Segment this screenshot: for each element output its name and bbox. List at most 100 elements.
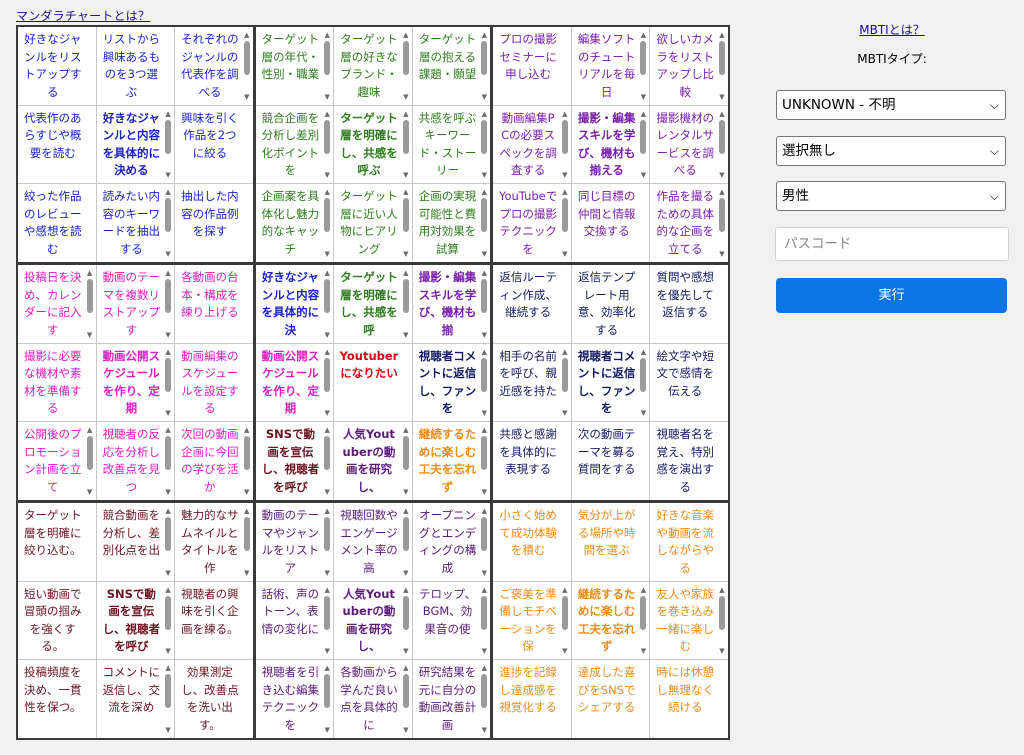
scroll-thumb[interactable] [243,517,250,551]
cell-scrollbar[interactable]: ▲ ▼ [86,269,94,339]
mandala-cell[interactable]: 進捗を記録し達成感を視覚化する [493,660,571,738]
cell-scrollbar[interactable]: ▲ ▼ [402,586,410,655]
scroll-down-arrow-icon[interactable]: ▼ [480,647,488,655]
mandala-cell-text[interactable]: 人気Youtuberの動画を研究し、 [339,426,399,496]
passcode-input[interactable]: パスコード [775,227,1009,261]
mandala-cell-text[interactable]: リストから興味あるものを3つ選ぶ [102,31,162,101]
cell-scrollbar[interactable]: ▲ ▼ [480,188,488,258]
scroll-thumb[interactable] [324,357,331,392]
scroll-up-arrow-icon[interactable]: ▲ [718,586,726,594]
scroll-up-arrow-icon[interactable]: ▲ [402,188,410,196]
mandala-cell[interactable]: 絵文字や短文で感情を伝える [650,343,728,422]
mandala-cell[interactable]: 撮影・編集スキルを学び、機材も揃 ▲ ▼ [412,265,491,343]
mandala-cell-text[interactable]: 効果測定し、改善点を洗い出す。 [180,664,240,734]
scroll-down-arrow-icon[interactable]: ▼ [480,569,488,577]
cell-scrollbar[interactable]: ▲ ▼ [243,426,251,496]
mandala-cell[interactable]: 投稿日を決め、カレンダーに記入す ▲ ▼ [18,265,96,343]
mandala-cell[interactable]: 継続するために楽しむ工夫を忘れず ▲ ▼ [412,422,491,500]
scroll-up-arrow-icon[interactable]: ▲ [164,269,172,277]
mandala-cell-text[interactable]: 撮影機材のレンタルサービスを調べる [655,110,715,180]
mandala-cell[interactable]: 共感と感謝を具体的に表現する [493,422,571,500]
mandala-cell-text[interactable]: ターゲット層の抱える課題・願望 [418,31,478,101]
mandala-cell-text[interactable]: 競合動画を分析し、差別化点を出 [102,507,162,577]
cell-scrollbar[interactable]: ▲ ▼ [402,188,410,258]
scroll-up-arrow-icon[interactable]: ▲ [480,586,488,594]
scroll-up-arrow-icon[interactable]: ▲ [86,269,94,277]
mandala-cell[interactable]: 絞った作品のレビューや感想を読む [18,184,96,262]
scroll-down-arrow-icon[interactable]: ▼ [718,171,726,179]
mandala-cell[interactable]: SNSで動画を宣伝し、視聴者を呼び ▲ ▼ [255,422,334,500]
scroll-up-arrow-icon[interactable]: ▲ [480,664,488,672]
scroll-down-arrow-icon[interactable]: ▼ [164,647,172,655]
mandala-cell-text[interactable]: SNSで動画を宣伝し、視聴者を呼び [102,586,162,656]
mandala-cell-text[interactable]: 友人や家族を巻き込み一緒に楽しむ [655,586,715,656]
mandala-cell-text[interactable]: 視聴者コメントに返信し、ファンを [418,348,478,418]
mandala-cell[interactable]: 抽出した内容の作品例を探す [175,184,253,262]
scroll-down-arrow-icon[interactable]: ▼ [402,647,410,655]
scroll-thumb[interactable] [165,595,172,630]
scroll-thumb[interactable] [402,41,409,75]
scroll-up-arrow-icon[interactable]: ▲ [243,507,251,515]
mandala-cell-text[interactable]: プロの撮影セミナーに申し込む [498,31,558,101]
scroll-up-arrow-icon[interactable]: ▲ [639,31,647,39]
mandala-cell[interactable]: 動画編集PCの必要スペックを調査する ▲ ▼ [493,105,571,184]
mandala-cell[interactable]: リストから興味あるものを3つ選ぶ [96,27,175,105]
mandala-cell[interactable]: 作品を撮るための具体的な企画を立てる ▲ ▼ [650,184,728,262]
scroll-down-arrow-icon[interactable]: ▼ [323,93,331,101]
cell-scrollbar[interactable]: ▲ ▼ [480,31,488,101]
mandala-cell[interactable]: 次回の動画企画に今回の学びを活か ▲ ▼ [175,422,253,500]
scroll-thumb[interactable] [402,198,409,233]
scroll-up-arrow-icon[interactable]: ▲ [323,188,331,196]
mandala-cell-text[interactable]: 企画の実現可能性と費用対効果を試算 [418,188,478,258]
mandala-cell[interactable]: 各動画の台本・構成を練り上げる [175,265,253,343]
mandala-cell[interactable]: 視聴回数やエンゲージメント率の高 ▲ ▼ [334,503,412,581]
scroll-down-arrow-icon[interactable]: ▼ [402,93,410,101]
scroll-down-arrow-icon[interactable]: ▼ [164,488,172,496]
scroll-down-arrow-icon[interactable]: ▼ [164,250,172,258]
scroll-down-arrow-icon[interactable]: ▼ [243,93,251,101]
mandala-cell[interactable]: 動画公開スケジュールを作り、定期 ▲ ▼ [96,343,175,422]
scroll-up-arrow-icon[interactable]: ▲ [323,31,331,39]
scroll-up-arrow-icon[interactable]: ▲ [402,31,410,39]
mandala-cell-text[interactable]: 気分が上がる場所や時間を選ぶ [577,507,637,577]
mandala-cell-text[interactable]: 動画のテーマを複数リストアップす [102,269,162,339]
mandala-cell[interactable]: コメントに返信し、交流を深め ▲ ▼ [96,660,175,738]
scroll-thumb[interactable] [640,357,647,392]
scroll-down-arrow-icon[interactable]: ▼ [480,409,488,417]
mandala-cell-text[interactable]: 読みたい内容のキーワードを抽出する [102,188,162,258]
scroll-up-arrow-icon[interactable]: ▲ [164,426,172,434]
mandala-cell-text[interactable]: 公開後のプロモーション計画を立て [23,426,83,496]
scroll-down-arrow-icon[interactable]: ▼ [164,171,172,179]
mandala-cell[interactable]: 同じ目標の仲間と情報交換する [571,184,650,262]
scroll-down-arrow-icon[interactable]: ▼ [323,726,331,734]
cell-scrollbar[interactable]: ▲ ▼ [323,348,331,417]
mandala-cell-text[interactable]: 進捗を記録し達成感を視覚化する [498,664,558,734]
mandala-cell[interactable]: 返信ルーティン作成、継続する [493,265,571,343]
scroll-down-arrow-icon[interactable]: ▼ [402,331,410,339]
mandala-cell-text[interactable]: 興味を引く作品を2つに絞る [180,110,240,180]
mandala-cell-text[interactable]: ターゲット層を明確に絞り込む。 [23,507,83,577]
mandala-cell-text[interactable]: 絞った作品のレビューや感想を読む [23,188,83,258]
scroll-down-arrow-icon[interactable]: ▼ [639,93,647,101]
scroll-thumb[interactable] [86,279,93,313]
scroll-thumb[interactable] [402,674,409,709]
scroll-up-arrow-icon[interactable]: ▲ [639,586,647,594]
cell-scrollbar[interactable]: ▲ ▼ [480,664,488,734]
scroll-up-arrow-icon[interactable]: ▲ [323,507,331,515]
scroll-up-arrow-icon[interactable]: ▲ [402,664,410,672]
scroll-down-arrow-icon[interactable]: ▼ [164,569,172,577]
scroll-up-arrow-icon[interactable]: ▲ [480,110,488,118]
scroll-down-arrow-icon[interactable]: ▼ [323,171,331,179]
mandala-cell[interactable]: ターゲット層を明確に絞り込む。 [18,503,96,581]
mandala-cell[interactable]: 次の動画テーマを募る質問をする [571,422,650,500]
mandala-cell[interactable]: 動画のテーマやジャンルをリストア ▲ ▼ [255,503,334,581]
mandala-cell[interactable]: 投稿頻度を決め、一貫性を保つ。 [18,660,96,738]
mandala-cell-text[interactable]: ターゲット層の年代・性別・職業 [261,31,321,101]
mandala-cell[interactable]: ターゲット層に近い人物にヒアリング ▲ ▼ [334,184,412,262]
mandala-cell[interactable]: 人気Youtuberの動画を研究し、 ▲ ▼ [334,422,412,500]
scroll-down-arrow-icon[interactable]: ▼ [402,250,410,258]
scroll-up-arrow-icon[interactable]: ▲ [718,110,726,118]
scroll-up-arrow-icon[interactable]: ▲ [480,348,488,356]
gender-select[interactable]: 男性 ⌵ [776,181,1006,211]
cell-scrollbar[interactable]: ▲ ▼ [402,110,410,179]
